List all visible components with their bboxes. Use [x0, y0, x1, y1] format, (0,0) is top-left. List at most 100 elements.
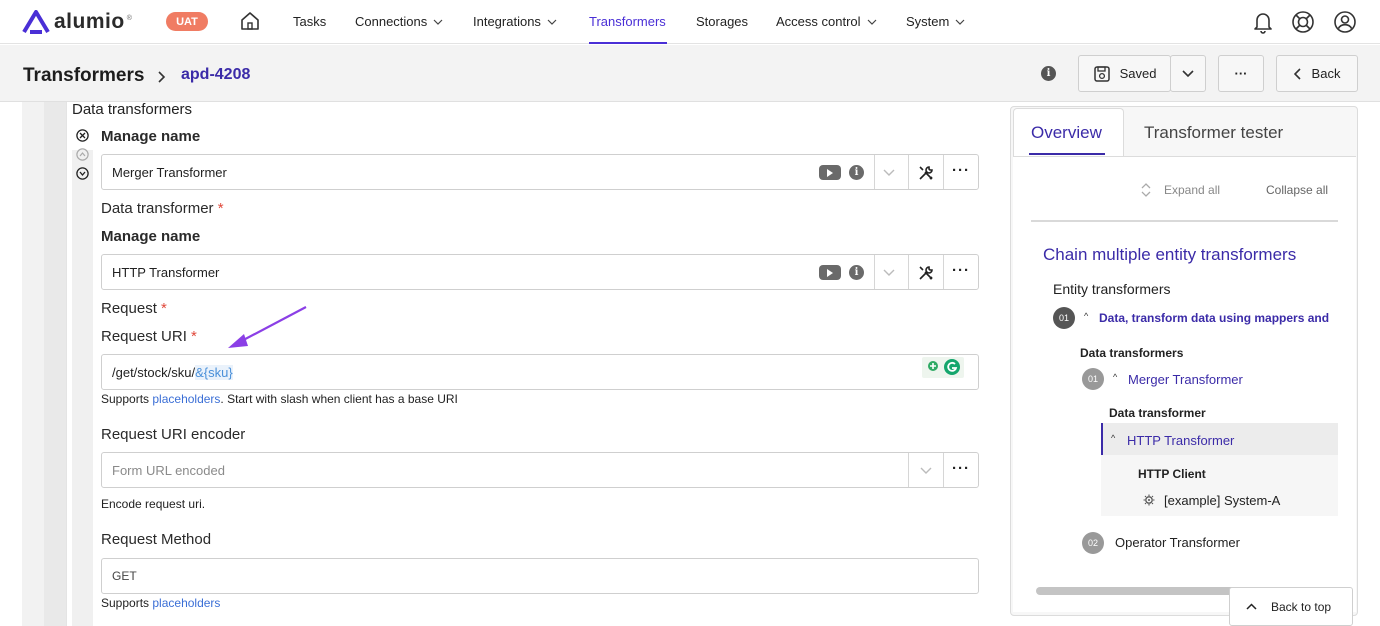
chevron-down-icon	[867, 19, 876, 25]
field-more-options-button[interactable]: ···	[952, 162, 970, 179]
chevron-up-icon	[1246, 603, 1257, 610]
nav-transformers[interactable]: Transformers	[589, 14, 666, 29]
info-icon[interactable]: i	[849, 265, 864, 280]
top-navigation: alumio ® UAT Tasks Connections Integrati…	[0, 0, 1380, 44]
chevron-down-icon	[1182, 69, 1194, 77]
nav-tasks[interactable]: Tasks	[293, 14, 326, 29]
user-avatar-icon[interactable]	[1333, 10, 1357, 39]
section-title: Data transformers	[72, 101, 193, 118]
divider	[874, 255, 875, 289]
data-transformer-label: Data transformer	[1109, 406, 1206, 420]
registered-mark: ®	[126, 14, 132, 22]
field-more-options-button[interactable]: ···	[952, 460, 970, 477]
outer-transformer-select[interactable]: Merger Transformer i ···	[101, 154, 979, 190]
http-client-label: HTTP Client	[1138, 467, 1206, 481]
http-transformer-link[interactable]: HTTP Transformer	[1127, 433, 1234, 448]
move-down-icon[interactable]	[76, 167, 89, 185]
breadcrumb-chevron-icon	[158, 70, 166, 88]
chevron-down-icon	[955, 19, 965, 25]
request-method-help: Supports placeholders	[101, 596, 221, 610]
inner-transformer-value: HTTP Transformer	[112, 264, 220, 280]
grammarly-icon[interactable]	[943, 358, 961, 376]
collapse-caret-icon[interactable]: ^	[1084, 311, 1088, 321]
tools-icon[interactable]	[917, 264, 935, 282]
chevron-down-icon[interactable]	[883, 169, 895, 177]
tab-overview-label[interactable]: Overview	[1031, 123, 1102, 143]
environment-badge: UAT	[166, 12, 208, 31]
bell-icon[interactable]	[1252, 10, 1274, 39]
operator-transformer-label[interactable]: Operator Transformer	[1115, 535, 1240, 550]
move-up-icon[interactable]	[76, 148, 89, 166]
outer-transformer-value: Merger Transformer	[112, 164, 227, 180]
placeholders-link[interactable]: placeholders	[152, 596, 220, 610]
save-options-button[interactable]	[1170, 55, 1206, 92]
merger-transformer-link[interactable]: Merger Transformer	[1128, 372, 1243, 387]
divider	[908, 155, 909, 189]
back-to-top-button[interactable]: Back to top	[1229, 587, 1353, 626]
collapse-caret-icon[interactable]: ^	[1113, 372, 1117, 382]
active-nav-indicator	[589, 42, 667, 44]
field-more-options-button[interactable]: ···	[952, 262, 970, 279]
chevron-down-icon[interactable]	[883, 269, 895, 277]
tab-transformer-tester[interactable]: Transformer tester	[1144, 123, 1283, 143]
home-icon[interactable]	[239, 10, 261, 37]
request-uri-input[interactable]: /get/stock/sku/&{sku}	[101, 354, 979, 390]
back-button[interactable]: Back	[1276, 55, 1358, 92]
collapse-all-button[interactable]: Collapse all	[1266, 183, 1328, 197]
alumio-logo[interactable]: alumio ®	[22, 10, 132, 34]
request-uri-help: Supports placeholders. Start with slash …	[101, 392, 458, 406]
page-title: Transformers	[23, 65, 145, 86]
info-icon[interactable]: i	[849, 165, 864, 180]
request-uri-label: Request URI *	[101, 328, 197, 345]
divider	[874, 155, 875, 189]
chevron-down-icon[interactable]	[920, 467, 932, 475]
form-panel-gutter	[44, 102, 66, 626]
info-icon[interactable]: i	[1041, 66, 1056, 81]
encoder-help: Encode request uri.	[101, 497, 206, 511]
video-tutorial-icon[interactable]	[819, 265, 841, 280]
more-options-button[interactable]: ···	[1218, 55, 1264, 92]
nav-integrations[interactable]: Integrations	[473, 14, 557, 29]
placeholders-link[interactable]: placeholders	[152, 392, 220, 406]
nav-access-control[interactable]: Access control	[776, 14, 877, 29]
chevron-down-icon	[547, 19, 557, 25]
grammar-assistant-widget[interactable]	[922, 357, 964, 378]
remove-item-icon[interactable]	[76, 129, 89, 147]
saved-label: Saved	[1119, 66, 1157, 81]
nav-storages[interactable]: Storages	[696, 14, 748, 29]
step-number: 01	[1082, 368, 1104, 390]
placeholder-token: &{sku}	[195, 364, 233, 380]
inner-manage-name-label: Manage name	[101, 228, 201, 245]
divider	[943, 255, 944, 289]
tools-icon[interactable]	[917, 164, 935, 182]
video-tutorial-icon[interactable]	[819, 165, 841, 180]
divider	[943, 155, 944, 189]
alumio-logo-icon	[22, 10, 50, 34]
encoder-value: Form URL encoded	[112, 462, 225, 478]
client-value: [example] System-A	[1164, 493, 1281, 508]
method-value: GET	[112, 569, 137, 583]
saved-button[interactable]: Saved	[1078, 55, 1171, 92]
divider	[943, 453, 944, 487]
save-disk-icon	[1093, 65, 1110, 82]
collapse-caret-icon[interactable]: ^	[1111, 433, 1115, 443]
request-method-input[interactable]: GET	[101, 558, 979, 594]
breadcrumb-current[interactable]: apd-4208	[181, 66, 250, 84]
expand-all-button[interactable]: Expand all	[1164, 183, 1220, 197]
annotation-arrow-icon	[228, 306, 307, 348]
request-label: Request *	[101, 300, 167, 317]
nav-system[interactable]: System	[906, 14, 965, 29]
expand-icon[interactable]	[1140, 183, 1152, 197]
request-uri-encoder-select[interactable]: Form URL encoded ···	[101, 452, 979, 488]
data-transformers-label: Data transformers	[1080, 346, 1184, 360]
data-transformer-label: Data transformer *	[101, 200, 224, 217]
nested-gutter	[72, 150, 93, 626]
support-icon[interactable]	[1291, 10, 1315, 39]
outer-manage-name-label: Manage name	[101, 128, 201, 145]
step-link[interactable]: Data, transform data using mappers and	[1099, 311, 1329, 325]
nav-connections[interactable]: Connections	[355, 14, 443, 29]
suggestion-icon[interactable]	[926, 360, 940, 374]
inner-transformer-select[interactable]: HTTP Transformer i ···	[101, 254, 979, 290]
entity-transformers-label: Entity transformers	[1053, 281, 1171, 297]
request-uri-encoder-label: Request URI encoder	[101, 426, 246, 443]
